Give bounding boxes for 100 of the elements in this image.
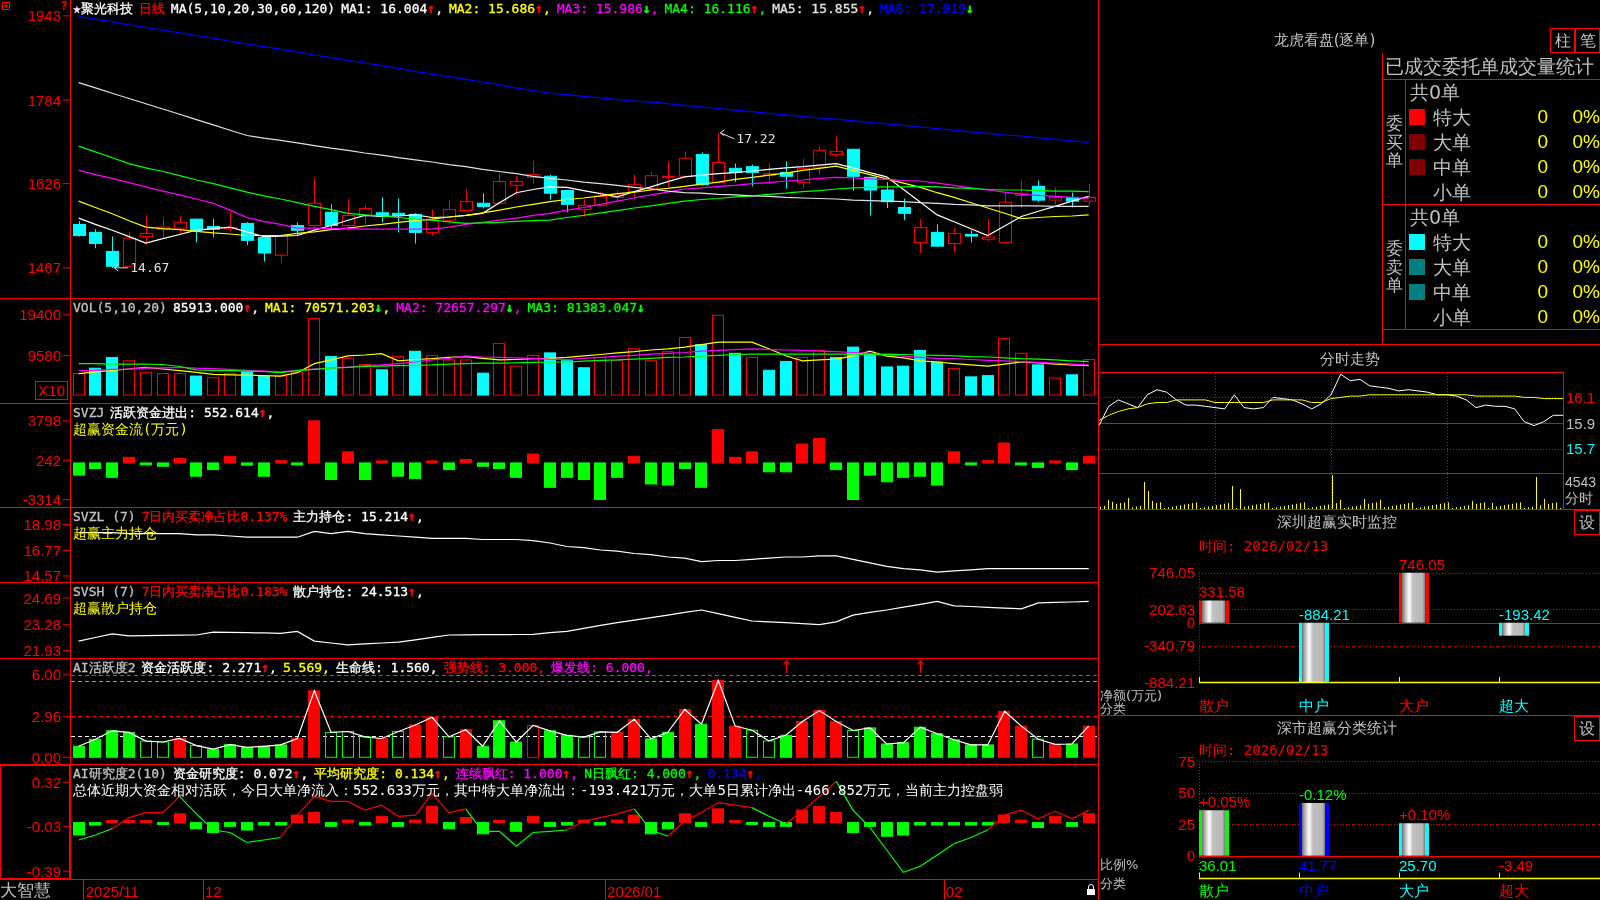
indicator-bar	[729, 820, 741, 824]
candlestick	[745, 164, 760, 187]
indicator-bar	[308, 812, 320, 824]
axis-tick-label: 746.05	[1149, 564, 1195, 582]
indicator-bar	[914, 462, 926, 477]
order-share: 0%	[1572, 280, 1600, 303]
order-count: 0	[1537, 280, 1548, 303]
indicator-bar	[594, 822, 606, 826]
indicator-label: 爆发线: 6.000,	[551, 660, 653, 675]
axis-tick-label: -0.03	[26, 817, 61, 835]
indicator-bar	[780, 462, 792, 473]
candlestick	[762, 162, 777, 183]
order-size-label: 特大	[1433, 105, 1471, 128]
help-mark[interactable]: ?	[60, 0, 68, 13]
indicator-bar	[561, 462, 573, 478]
view-toggle-button[interactable]: 笔	[1575, 28, 1600, 53]
order-share: 0%	[1572, 255, 1600, 278]
indicator-bar	[291, 814, 303, 824]
indicator-bar	[241, 462, 253, 466]
indicator-bar	[948, 451, 960, 464]
comma-separator: ,	[269, 660, 277, 675]
indicator-bar	[409, 819, 421, 824]
order-count: 0	[1537, 255, 1548, 278]
indicator-bar	[965, 822, 977, 826]
trend-arrow: ↑	[261, 660, 270, 675]
indicator-bar	[460, 817, 472, 824]
indicator-bar	[628, 814, 640, 824]
indicator-bar	[645, 822, 657, 835]
comma-separator: ,	[542, 1, 551, 16]
axis-tick-label: 21.93	[23, 641, 61, 659]
candlestick	[846, 148, 861, 192]
value-label: 41.77	[1299, 857, 1337, 875]
indicator-bar	[998, 814, 1010, 824]
indicator-label: MA1: 16.004	[341, 1, 428, 16]
indicator-bar	[847, 822, 859, 834]
axis-tick-label: 9580	[27, 346, 61, 364]
indicator-bar	[931, 822, 943, 826]
indicator-bar	[241, 822, 253, 831]
candlestick	[307, 177, 322, 229]
candlestick	[981, 218, 996, 242]
candlestick	[796, 158, 811, 189]
indicator-bar	[174, 813, 186, 824]
indicator-bar	[813, 438, 825, 464]
indicator-bar	[477, 822, 489, 835]
indicator-label: MA4: 16.116	[664, 1, 751, 16]
order-count: 0	[1537, 305, 1548, 328]
axis-title: 比例%	[1100, 856, 1139, 872]
indicator-bar	[460, 459, 472, 464]
view-toggle-button[interactable]: 柱	[1550, 28, 1575, 53]
indicator-bar	[291, 462, 303, 466]
data-label: -193.42	[1499, 605, 1550, 623]
indicator-bar	[376, 815, 388, 824]
axis-tick-label: 0.32	[31, 774, 61, 792]
indicator-bar	[325, 462, 337, 481]
axis-tick-label: -3314	[22, 491, 61, 509]
indicator-bar	[914, 822, 926, 826]
indicator-bar	[443, 822, 455, 830]
indicator-bar	[712, 429, 724, 464]
candlestick	[1048, 186, 1063, 205]
order-size-label: 大单	[1433, 130, 1471, 153]
axis-tick-label: 14.57	[23, 567, 61, 585]
axis-tick-label: 18.98	[23, 516, 61, 534]
indicator-label: 5.569,	[282, 660, 330, 675]
indicator-label: AI研究度2(10)	[73, 766, 167, 781]
indicator-label: MA3: 15.986	[556, 1, 643, 16]
indicator-bar	[275, 460, 287, 464]
panel-title: 分时走势	[1319, 349, 1380, 368]
indicator-label: 散户持仓: 24.513	[293, 584, 409, 599]
indicator-bar	[544, 822, 556, 827]
indicator-bar	[982, 460, 994, 464]
indicator-bar	[1083, 455, 1095, 464]
indicator-bar	[897, 462, 909, 478]
candlestick	[257, 236, 272, 262]
indicator-bar	[106, 462, 118, 478]
indicator-bar	[392, 822, 404, 827]
indicator-label: 生命线: 1.560,	[335, 660, 438, 675]
indicator-bar	[611, 462, 623, 478]
order-size-label: 中单	[1433, 155, 1471, 178]
indicator-bar	[611, 819, 623, 824]
trend-arrow: ↓	[637, 300, 645, 315]
indicator-bar	[527, 453, 539, 464]
trend-arrow: ↓	[966, 1, 974, 16]
indicator-bar	[426, 805, 438, 824]
data-label: 331.58	[1199, 583, 1245, 601]
axis-title: 分类	[1100, 875, 1126, 891]
order-share: 0%	[1572, 130, 1600, 153]
settings-button[interactable]: 设	[1574, 716, 1600, 741]
trend-arrow: ↑	[258, 405, 267, 420]
order-total: 共0单	[1410, 81, 1461, 103]
indicator-bar	[157, 462, 169, 467]
axis-tick-label: 15.7	[1566, 440, 1596, 458]
indicator-bar	[1015, 462, 1027, 466]
extreme-price-label: 17.22	[736, 131, 776, 147]
value-label: 25.70	[1399, 857, 1437, 875]
comma-separator: ,	[300, 766, 309, 781]
settings-button[interactable]: 设	[1574, 510, 1600, 535]
indicator-bar	[1049, 815, 1061, 824]
candlestick	[1082, 183, 1097, 206]
date-label: 12	[204, 882, 222, 900]
indicator-bar	[308, 420, 320, 464]
